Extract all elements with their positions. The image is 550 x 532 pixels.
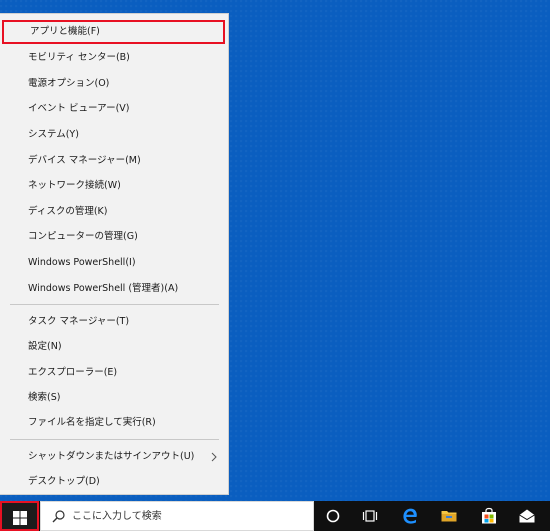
menu-item-event-viewer[interactable]: イベント ビューアー(V) xyxy=(0,97,228,121)
file-explorer-button[interactable] xyxy=(434,501,464,531)
taskbar-search-box[interactable]: ここに入力して検索 xyxy=(40,501,314,531)
store-icon xyxy=(482,507,496,524)
start-button[interactable] xyxy=(0,501,39,531)
menu-item-computer-management[interactable]: コンピューターの管理(G) xyxy=(0,225,228,249)
menu-item-powershell[interactable]: Windows PowerShell(I) xyxy=(0,251,228,275)
menu-item-network-connections[interactable]: ネットワーク接続(W) xyxy=(0,174,228,198)
cortana-button[interactable] xyxy=(318,501,348,531)
menu-item-shutdown-or-sign-out[interactable]: シャットダウンまたはサインアウト(U) xyxy=(0,445,228,469)
menu-item-label: シャットダウンまたはサインアウト(U) xyxy=(28,451,195,462)
cortana-icon xyxy=(326,509,340,523)
menu-item-apps-and-features[interactable]: アプリと機能(F) xyxy=(2,20,225,44)
task-view-button[interactable] xyxy=(355,501,385,531)
menu-item-system[interactable]: システム(Y) xyxy=(0,123,228,147)
search-icon xyxy=(52,510,65,523)
menu-item-desktop[interactable]: デスクトップ(D) xyxy=(0,470,228,494)
menu-item-search[interactable]: 検索(S) xyxy=(0,386,228,410)
chevron-right-icon xyxy=(209,445,219,469)
windows-logo-icon xyxy=(13,511,27,525)
menu-item-device-manager[interactable]: デバイス マネージャー(M) xyxy=(0,149,228,173)
store-button[interactable] xyxy=(474,501,504,531)
file-explorer-icon xyxy=(441,511,457,522)
menu-item-disk-management[interactable]: ディスクの管理(K) xyxy=(0,200,228,224)
edge-icon xyxy=(403,508,417,524)
menu-separator xyxy=(10,439,219,440)
menu-item-settings[interactable]: 設定(N) xyxy=(0,335,228,359)
task-view-icon xyxy=(362,510,378,522)
edge-button[interactable] xyxy=(395,501,425,531)
mail-icon xyxy=(519,509,535,523)
menu-item-powershell-admin[interactable]: Windows PowerShell (管理者)(A) xyxy=(0,277,228,301)
menu-item-power-options[interactable]: 電源オプション(O) xyxy=(0,72,228,96)
menu-item-run[interactable]: ファイル名を指定して実行(R) xyxy=(0,411,228,435)
menu-separator xyxy=(10,304,219,305)
search-placeholder: ここに入力して検索 xyxy=(72,511,162,522)
menu-item-task-manager[interactable]: タスク マネージャー(T) xyxy=(0,310,228,334)
menu-item-mobility-center[interactable]: モビリティ センター(B) xyxy=(0,46,228,70)
menu-item-explorer[interactable]: エクスプローラー(E) xyxy=(0,361,228,385)
quick-link-menu: アプリと機能(F) モビリティ センター(B) 電源オプション(O) イベント … xyxy=(0,13,229,495)
mail-button[interactable] xyxy=(512,501,542,531)
